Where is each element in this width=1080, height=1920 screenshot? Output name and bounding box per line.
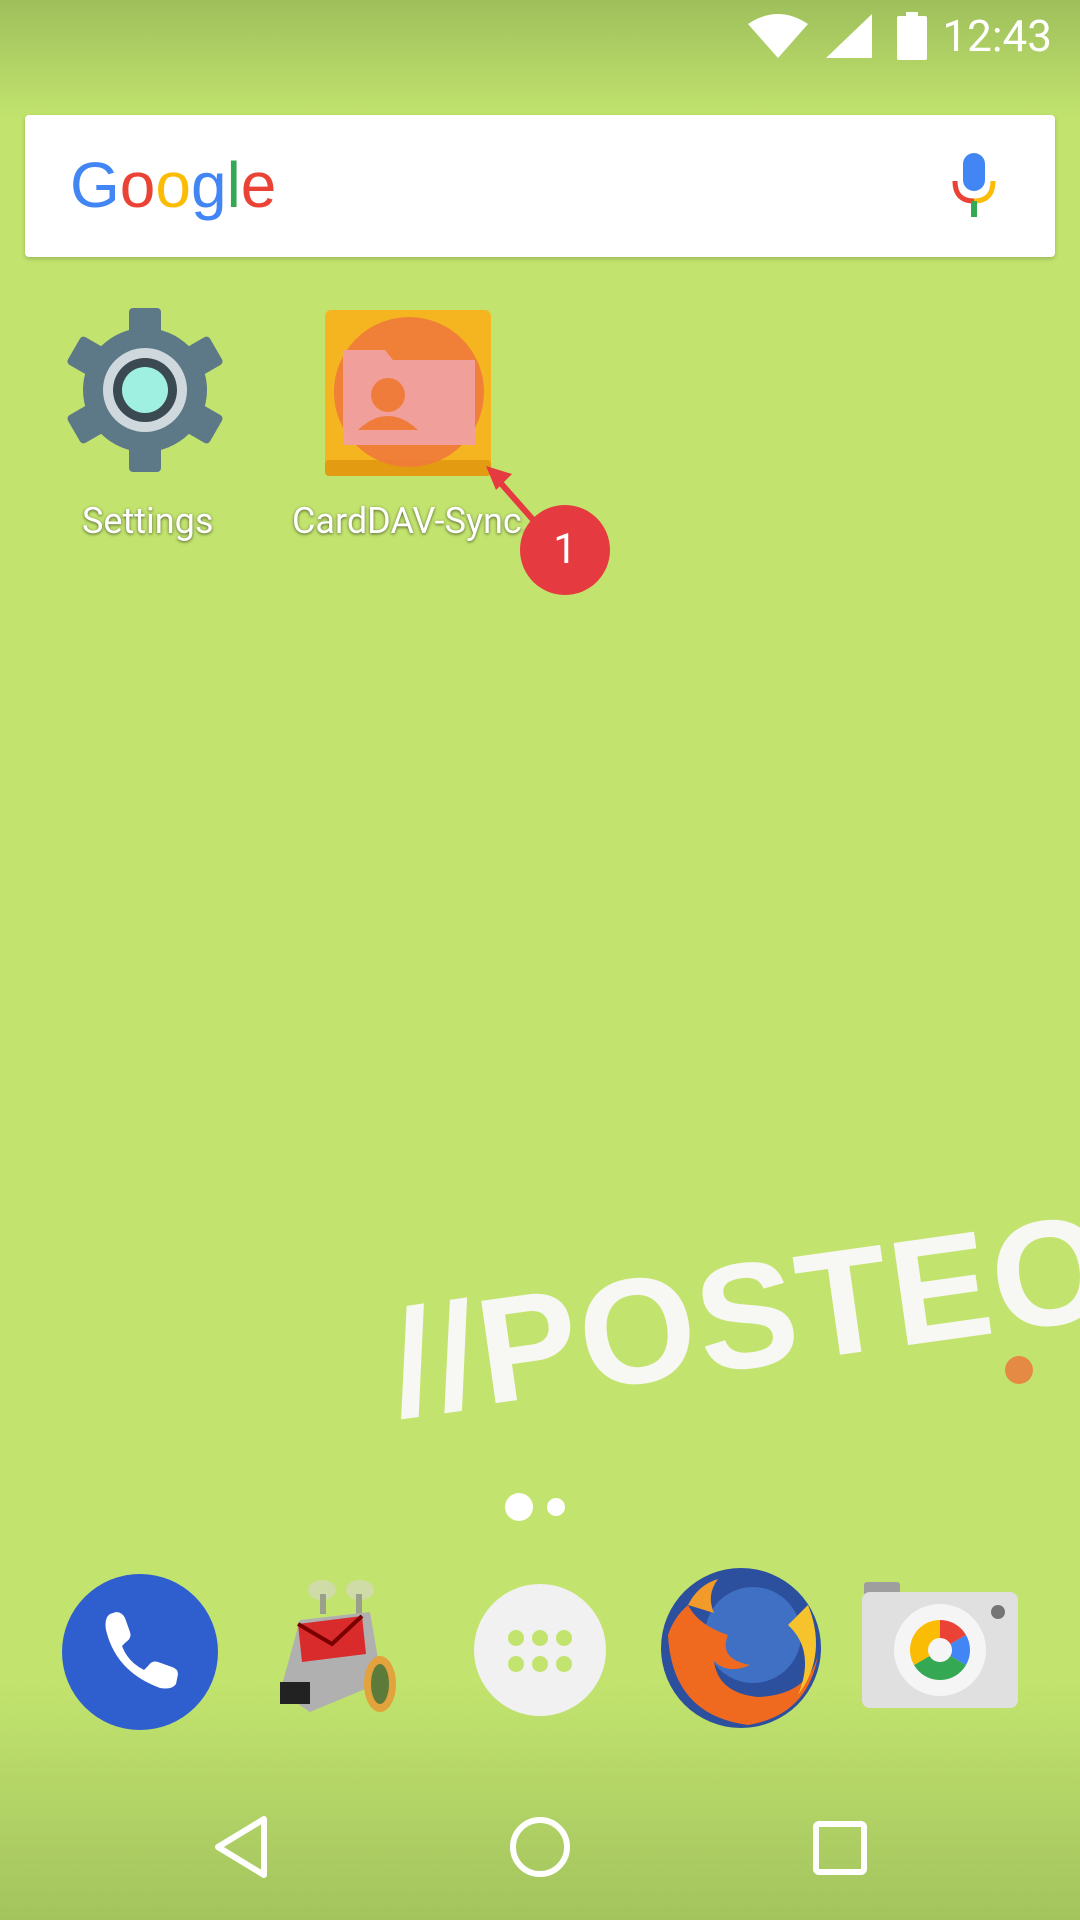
battery-icon [897, 12, 927, 60]
carddav-contacts-folder-icon [325, 310, 491, 476]
annotation-badge: 1 [520, 505, 610, 595]
settings-gear-icon [67, 308, 223, 472]
page-indicator [505, 1493, 565, 1521]
phone-icon[interactable] [60, 1572, 220, 1732]
wallpaper-logo-dot [1005, 1356, 1033, 1384]
app-drawer-icon[interactable] [472, 1582, 608, 1718]
mic-icon[interactable] [951, 153, 997, 217]
settings-label: Settings [82, 500, 214, 542]
svg-text:Google: Google [70, 149, 276, 221]
carddav-label: CardDAV-Sync... [292, 500, 551, 542]
wallpaper-logo-text: //POSTEO [380, 1181, 1080, 1449]
home-icon[interactable] [508, 1815, 572, 1879]
signal-icon [826, 14, 872, 58]
page-dot [546, 1498, 565, 1516]
google-logo: Google [70, 149, 276, 221]
wifi-icon [748, 14, 808, 58]
page-dot-active [505, 1493, 533, 1521]
back-icon[interactable] [212, 1815, 272, 1879]
mail-robot-icon[interactable] [270, 1572, 410, 1732]
recents-icon[interactable] [812, 1820, 868, 1876]
status-time: 12:43 [942, 10, 1052, 62]
google-search-bar[interactable]: Google [25, 115, 1055, 257]
app-carddav-sync[interactable]: CardDAV-Sync... [290, 305, 550, 545]
camera-icon[interactable] [860, 1582, 1020, 1712]
firefox-icon[interactable] [658, 1565, 824, 1731]
app-settings[interactable]: Settings [60, 305, 230, 545]
status-bar: 12:43 [0, 0, 1080, 75]
